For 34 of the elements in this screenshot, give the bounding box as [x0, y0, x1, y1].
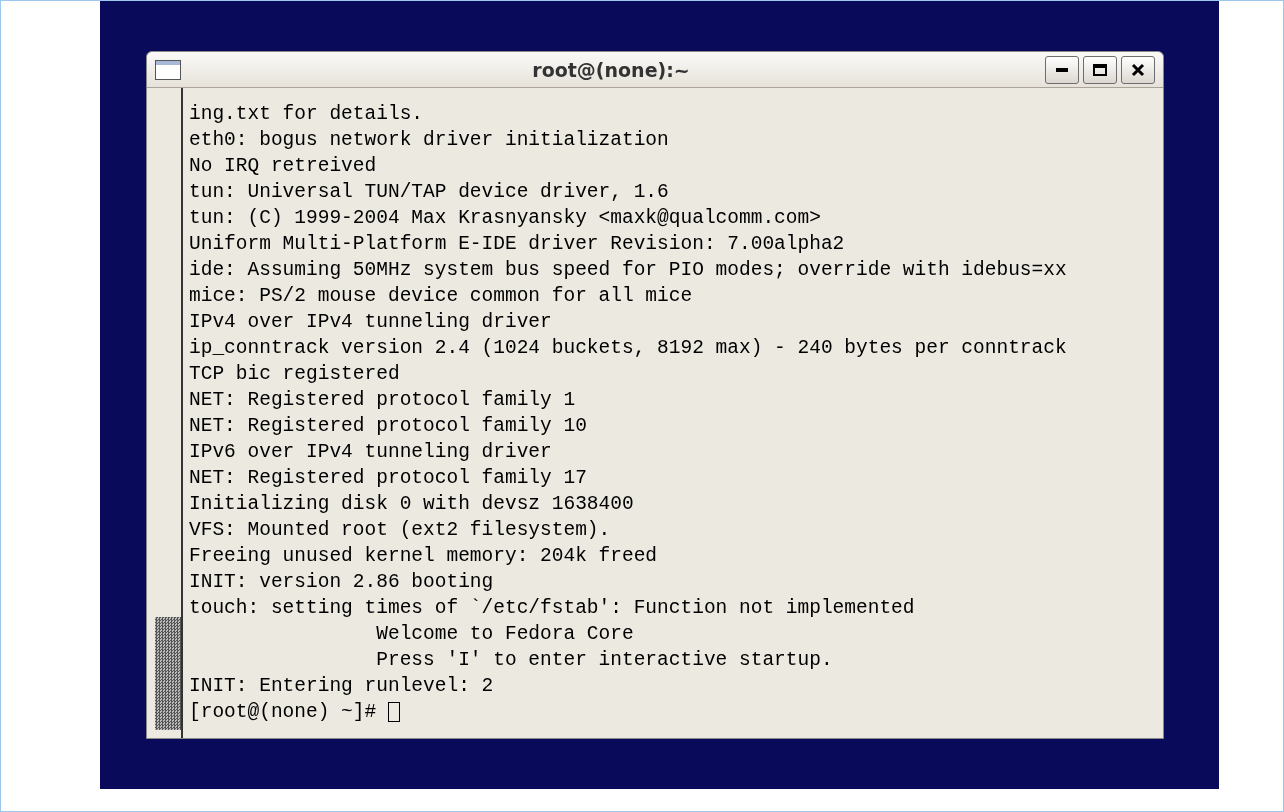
terminal-line: ip_conntrack version 2.4 (1024 buckets, 8192 max) - 240 bytes per conntrack	[189, 336, 1067, 361]
minimize-button[interactable]	[1045, 55, 1079, 84]
window-title: root@(none):~	[531, 58, 691, 81]
terminal-line: Freeing unused kernel memory: 204k freed	[189, 544, 658, 569]
terminal-line: Initializing disk 0 with devsz 1638400	[189, 492, 634, 517]
maximize-icon	[1093, 63, 1107, 76]
maximize-button[interactable]	[1083, 55, 1117, 84]
text-cursor	[388, 702, 401, 722]
terminal-line: IPv4 over IPv4 tunneling driver	[189, 310, 552, 335]
terminal-line: tun: (C) 1999-2004 Max Krasnyansky <maxk@qualcomm.com>	[189, 206, 821, 231]
terminal-line: VFS: Mounted root (ext2 filesystem).	[189, 518, 611, 543]
terminal-line: eth0: bogus network driver initialization	[189, 128, 669, 153]
terminal-line: NET: Registered protocol family 1	[189, 388, 576, 413]
minimize-icon	[1056, 67, 1068, 72]
scrollbar-thumb[interactable]	[155, 617, 181, 730]
terminal-line: TCP bic registered	[189, 362, 400, 387]
terminal-line: ing.txt for details.	[189, 102, 424, 127]
terminal-line: No IRQ retreived	[189, 154, 377, 179]
shell-prompt: [root@(none) ~]#	[189, 700, 377, 725]
terminal-line: mice: PS/2 mouse device common for all mice	[189, 284, 693, 309]
close-button[interactable]	[1121, 55, 1155, 84]
terminal-line: Welcome to Fedora Core	[375, 622, 634, 647]
terminal-line: tun: Universal TUN/TAP device driver, 1.6	[189, 180, 669, 205]
terminal-line: Press 'I' to enter interactive startup.	[375, 648, 833, 673]
terminal-line: Uniform Multi-Platform E-IDE driver Revision: 7.00alpha2	[189, 232, 845, 257]
terminal-line: NET: Registered protocol family 10	[189, 414, 587, 439]
window-icon[interactable]	[155, 59, 181, 80]
terminal-line: ide: Assuming 50MHz system bus speed for PIO modes; override with idebus=xx	[189, 258, 1067, 283]
terminal-line: touch: setting times of `/etc/fstab': Function not implemented	[189, 596, 915, 621]
terminal-line: IPv6 over IPv4 tunneling driver	[189, 440, 552, 465]
close-icon	[1131, 62, 1145, 77]
terminal-line: INIT: version 2.86 booting	[189, 570, 494, 595]
terminal-line: NET: Registered protocol family 17	[189, 466, 587, 491]
terminal-line: INIT: Entering runlevel: 2	[189, 674, 494, 699]
